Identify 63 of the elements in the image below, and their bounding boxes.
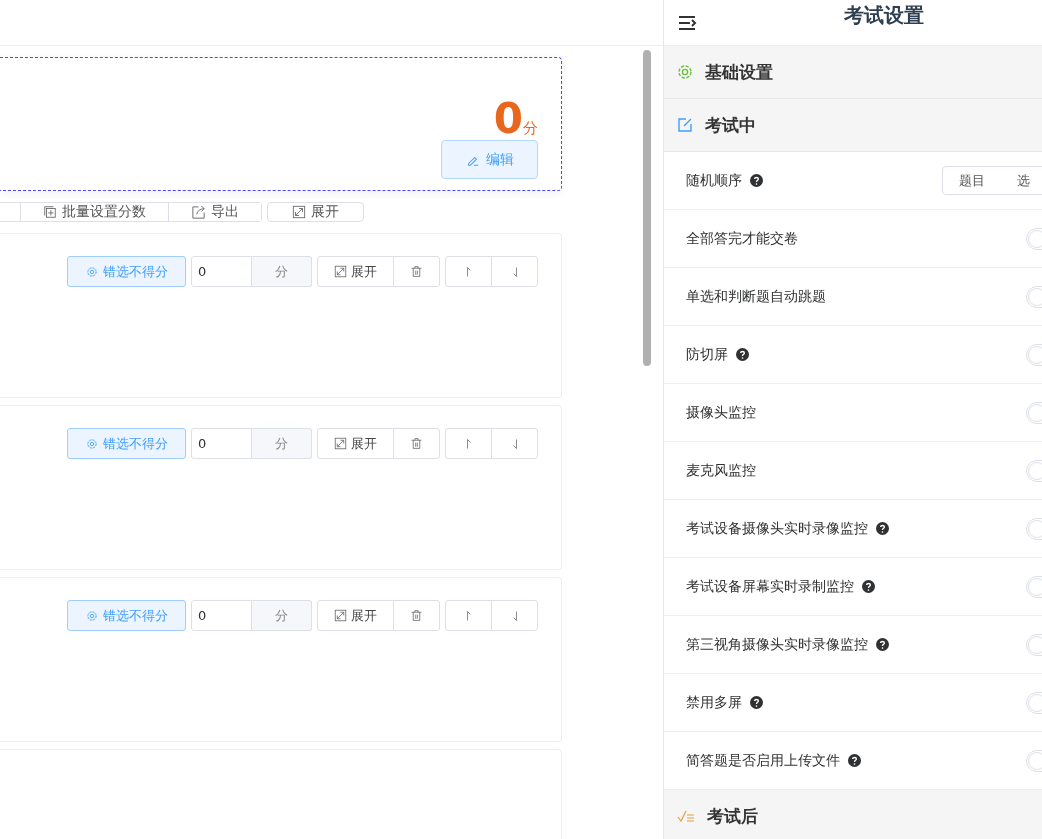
score-input[interactable]: 0 xyxy=(191,600,252,631)
section-header[interactable]: 基础设置 xyxy=(664,46,1042,99)
panel-title: 考试设置 xyxy=(844,2,924,29)
section-header[interactable]: 考试后 xyxy=(664,790,1042,839)
trash-icon xyxy=(410,265,423,278)
checklist-icon xyxy=(677,808,695,824)
expand-icon xyxy=(334,265,347,278)
setting-label: 简答题是否启用上传文件 xyxy=(686,751,840,770)
expand-button[interactable]: 展开 xyxy=(267,202,364,222)
delete-button[interactable] xyxy=(393,256,440,287)
score-input[interactable]: 0 xyxy=(191,428,252,459)
setting-label: 单选和判断题自动跳题 xyxy=(686,287,826,306)
copy-plus-icon xyxy=(43,205,57,219)
move-up-button[interactable] xyxy=(445,428,492,459)
help-icon[interactable] xyxy=(862,580,875,593)
expand-button[interactable]: 展开 xyxy=(317,600,394,631)
help-icon[interactable] xyxy=(736,348,749,361)
help-icon[interactable] xyxy=(876,522,889,535)
menu-icon[interactable] xyxy=(679,14,697,31)
expand-button[interactable]: 展开 xyxy=(317,256,394,287)
help-icon[interactable] xyxy=(876,638,889,651)
setting-label: 第三视角摄像头实时录像监控 xyxy=(686,635,868,654)
help-icon[interactable] xyxy=(750,696,763,709)
setting-label: 禁用多屏 xyxy=(686,693,742,712)
expand-icon xyxy=(334,609,347,622)
setting-label: 随机顺序 xyxy=(686,171,742,190)
scrollbar-thumb[interactable] xyxy=(643,50,651,366)
trash-icon xyxy=(410,437,423,450)
score-input[interactable]: 0 xyxy=(191,256,252,287)
delete-button[interactable] xyxy=(393,600,440,631)
help-icon[interactable] xyxy=(750,174,763,187)
edit-icon xyxy=(677,117,693,133)
delete-button[interactable] xyxy=(393,428,440,459)
setting-label: 全部答完才能交卷 xyxy=(686,229,798,248)
score-unit: 分 xyxy=(523,119,538,138)
help-icon[interactable] xyxy=(848,754,861,767)
export-icon xyxy=(191,204,206,220)
trash-icon xyxy=(410,609,423,622)
move-up-button[interactable] xyxy=(445,256,492,287)
setting-label: 考试设备屏幕实时录制监控 xyxy=(686,577,854,596)
move-up-button[interactable] xyxy=(445,600,492,631)
score-unit: 分 xyxy=(252,600,312,631)
settings-icon xyxy=(85,437,98,450)
expand-icon xyxy=(334,437,347,450)
move-down-button[interactable] xyxy=(491,428,538,459)
settings-icon xyxy=(85,265,98,278)
move-down-button[interactable] xyxy=(491,600,538,631)
score-unit: 分 xyxy=(252,256,312,287)
setting-label: 摄像头监控 xyxy=(686,403,756,422)
setting-label: 麦克风监控 xyxy=(686,461,756,480)
export-button[interactable]: 导出 xyxy=(168,203,261,221)
score-unit: 分 xyxy=(252,428,312,459)
segment-option[interactable]: 选 xyxy=(1001,167,1042,194)
gear-icon xyxy=(677,64,693,80)
section-header[interactable]: 考试中 xyxy=(664,99,1042,152)
move-down-button[interactable] xyxy=(491,256,538,287)
expand-button[interactable]: 展开 xyxy=(317,428,394,459)
segment-option[interactable]: 题目 xyxy=(943,167,1001,194)
score-value: 0 xyxy=(493,98,523,140)
settings-icon xyxy=(85,609,98,622)
setting-label: 考试设备摄像头实时录像监控 xyxy=(686,519,868,538)
expand-icon xyxy=(292,205,306,219)
setting-label: 防切屏 xyxy=(686,345,728,364)
